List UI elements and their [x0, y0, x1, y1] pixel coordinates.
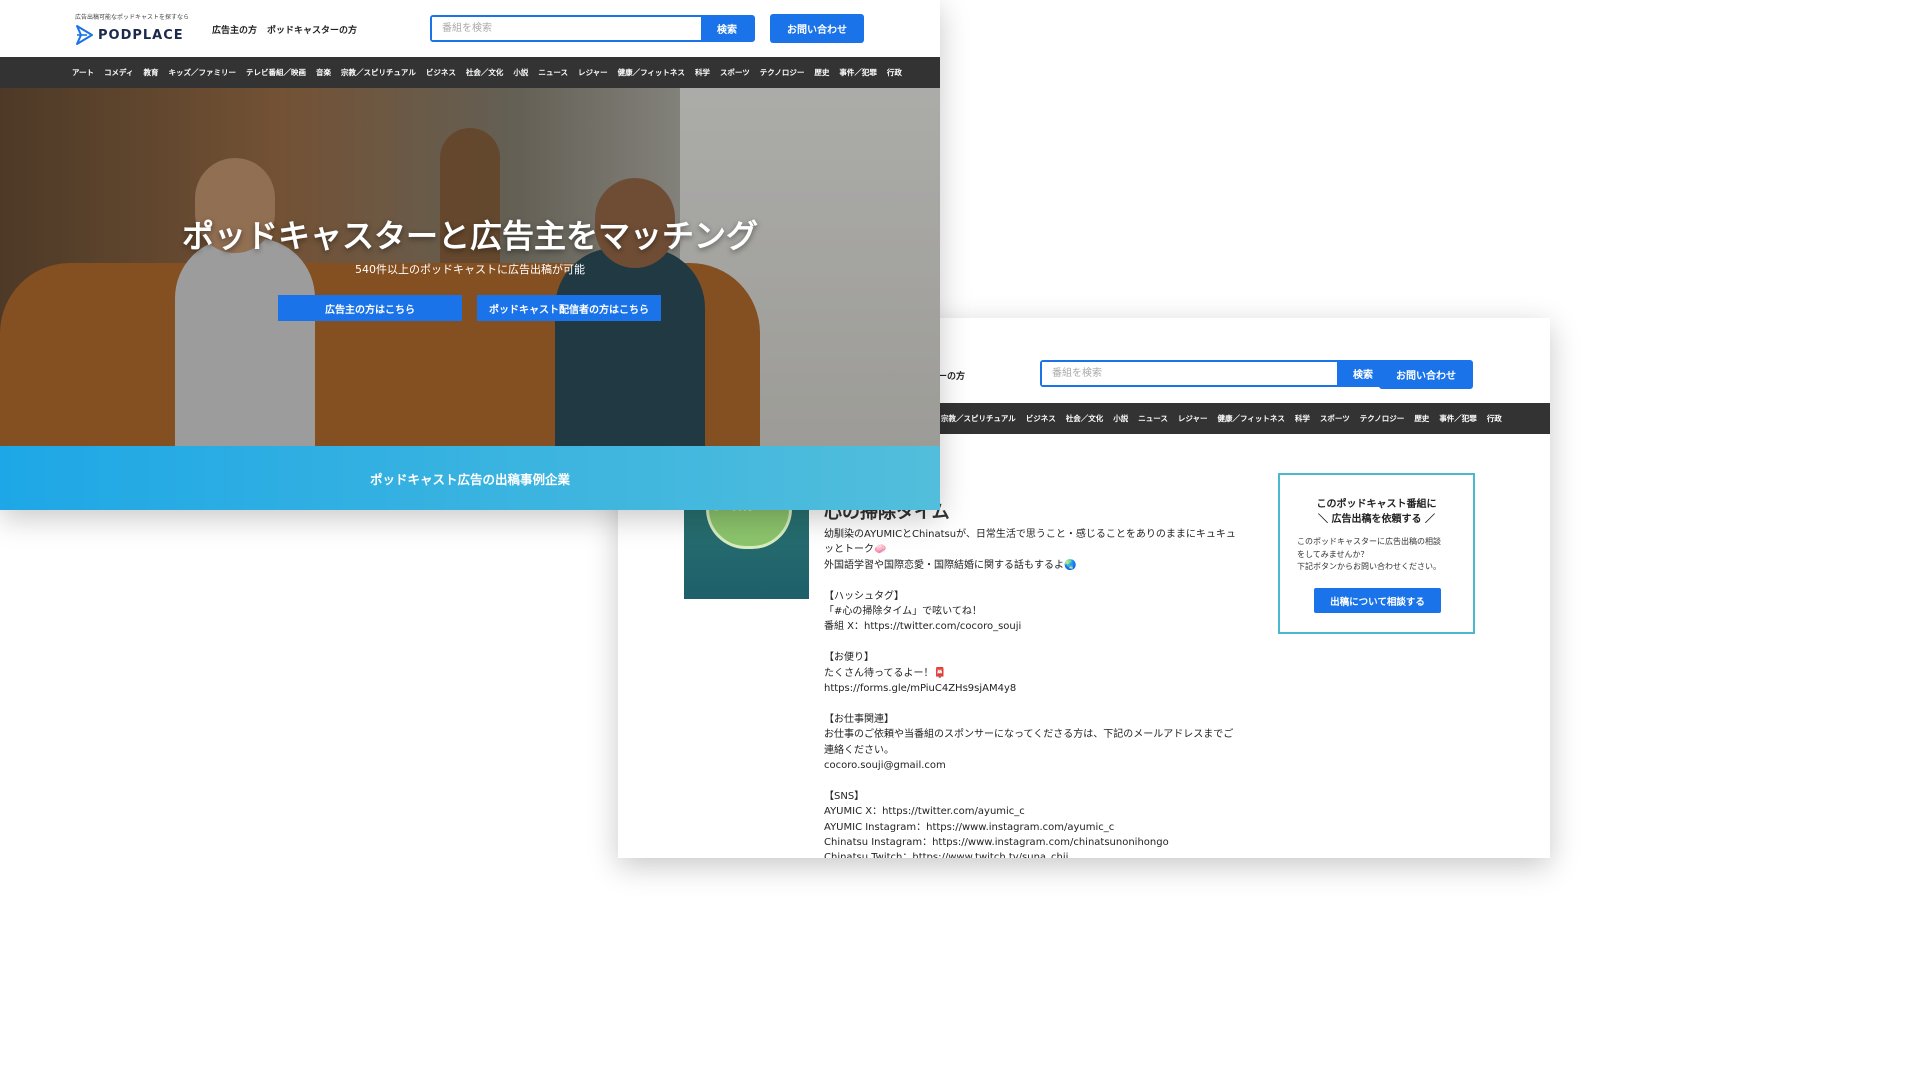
category-link[interactable]: スポーツ	[720, 67, 750, 78]
category-link[interactable]: ビジネス	[1026, 413, 1056, 424]
category-link[interactable]: 行政	[1487, 413, 1502, 424]
category-link[interactable]: レジャー	[1178, 413, 1208, 424]
description-line: 連絡ください。	[824, 744, 894, 756]
search-bar: 検索	[1040, 360, 1391, 387]
category-link[interactable]: 社会／文化	[466, 67, 504, 78]
case-studies-heading: ポッドキャスト広告の出稿事例企業	[0, 446, 940, 510]
category-link[interactable]: キッズ／ファミリー	[169, 67, 237, 78]
category-link[interactable]: 宗教／スピリチュアル	[941, 413, 1016, 424]
brand-tagline: 広告出稿可能なポッドキャストを探すなら	[75, 14, 190, 21]
category-link[interactable]: 健康／フィットネス	[618, 67, 685, 78]
podcasters-cta-button[interactable]: ポッドキャスト配信者の方はこちら	[477, 295, 661, 321]
description-line: 幼馴染のAYUMICとChinatsuが、日常生活で思うこと・感じることをありの…	[824, 529, 1236, 540]
description-line: お仕事のご依頼や当番組のスポンサーになってくださる方は、下記のメールアドレスまで…	[824, 729, 1234, 741]
description-line: ッとトーク🧼	[824, 544, 887, 556]
category-link[interactable]: 社会／文化	[1066, 413, 1104, 424]
description-line	[824, 696, 1244, 711]
category-link[interactable]: テレビ番組／映画	[246, 67, 306, 78]
description-line: 【お便り】	[824, 652, 874, 664]
description-line: cocoro.souji@gmail.com	[824, 760, 946, 772]
search-input[interactable]	[432, 17, 701, 40]
ad-request-title-line1: このポッドキャスト番組に	[1316, 499, 1437, 510]
description-line: https://forms.gle/mPiuC4ZHs9sjAM4y8	[824, 683, 1017, 695]
category-nav: アート コメディ 教育 キッズ／ファミリー テレビ番組／映画 音楽 宗教／スピリチュアル ビジ…	[0, 57, 940, 88]
category-link[interactable]: 事件／犯罪	[839, 67, 877, 78]
category-link[interactable]: 歴史	[814, 67, 829, 78]
contact-button[interactable]: お問い合わせ	[1379, 360, 1473, 389]
ad-request-text-line: このポッドキャスターに広告出稿の相談	[1297, 537, 1441, 546]
search-button[interactable]: 検索	[701, 17, 753, 40]
contact-button[interactable]: お問い合わせ	[770, 14, 864, 43]
category-link[interactable]: 歴史	[1414, 413, 1429, 424]
description-line: Chinatsu Instagram：https://www.instagram…	[824, 837, 1169, 849]
podplace-logo-icon	[76, 25, 93, 45]
description-line: たくさん待ってるよー！📮	[824, 667, 946, 679]
category-link[interactable]: スポーツ	[1320, 413, 1350, 424]
nav-advertisers-link[interactable]: 広告主の方	[212, 23, 257, 36]
category-link[interactable]: アート	[72, 67, 94, 78]
main-nav: 広告主の方 ポッドキャスターの方	[212, 23, 357, 36]
hero-title: ポッドキャスターと広告主をマッチング	[181, 217, 758, 255]
description-line	[824, 773, 1244, 788]
ad-request-title-line2: ＼ 広告出稿を依頼する ／	[1318, 514, 1435, 525]
category-link[interactable]: 科学	[1295, 413, 1310, 424]
category-link[interactable]: 小説	[1113, 413, 1128, 424]
advertisers-cta-button[interactable]: 広告主の方はこちら	[278, 295, 462, 321]
podcast-description: 幼馴染のAYUMICとChinatsuが、日常生活で思うこと・感じることをありの…	[824, 527, 1244, 858]
category-link[interactable]: ニュース	[1138, 413, 1168, 424]
search-bar: 検索	[430, 15, 755, 42]
hero-subtitle: 540件以上のポッドキャストに広告出稿が可能	[355, 263, 585, 276]
description-line: 【SNS】	[824, 790, 865, 802]
category-link[interactable]: コメディ	[104, 67, 133, 78]
category-link[interactable]: ビジネス	[426, 67, 456, 78]
category-link[interactable]: 教育	[144, 67, 159, 78]
description-line: 「#心の掃除タイム」で呟いてね！	[824, 606, 982, 618]
nav-podcasters-link[interactable]: ーの方	[938, 369, 965, 382]
category-link[interactable]: ニュース	[538, 67, 568, 78]
category-link[interactable]: 行政	[887, 67, 902, 78]
consult-ad-button[interactable]: 出稿について相談する	[1314, 588, 1441, 613]
category-link[interactable]: テクノロジー	[1360, 413, 1405, 424]
hero-section: ポッドキャスターと広告主をマッチング 540件以上のポッドキャストに広告出稿が可…	[0, 88, 940, 446]
category-link[interactable]: 小説	[513, 67, 528, 78]
description-line: AYUMIC Instagram：https://www.instagram.c…	[824, 821, 1115, 833]
ad-request-text-line: 下記ボタンからお問い合わせください。	[1297, 562, 1441, 571]
description-line: 外国語学習や国際恋愛・国際結婚に関する話もするよ🌏	[824, 559, 1077, 571]
description-line: Chinatsu Twitch：https://www.twitch.tv/su…	[824, 852, 1069, 858]
description-line: 【お仕事関連】	[824, 713, 894, 725]
category-link[interactable]: 音楽	[316, 67, 331, 78]
search-input[interactable]	[1042, 362, 1337, 385]
nav-podcasters-link[interactable]: ポッドキャスターの方	[267, 23, 357, 36]
logo-text: PODPLACE	[98, 27, 184, 43]
ad-request-title: このポッドキャスト番組に ＼ 広告出稿を依頼する ／	[1280, 497, 1473, 527]
homepage-window: 広告出稿可能なポッドキャストを探すなら PODPLACE 広告主の方 ポッドキャ…	[0, 0, 940, 510]
description-line	[824, 635, 1244, 650]
category-link[interactable]: レジャー	[578, 67, 608, 78]
category-link[interactable]: 健康／フィットネス	[1218, 413, 1285, 424]
description-line: 番組 X：https://twitter.com/cocoro_souji	[824, 621, 1022, 633]
logo[interactable]: PODPLACE	[75, 24, 184, 46]
description-line	[824, 573, 1244, 588]
ad-request-text-line: をしてみませんか？	[1297, 549, 1369, 559]
description-line: AYUMIC X：https://twitter.com/ayumic_c	[824, 806, 1025, 818]
description-line: 【ハッシュタグ】	[824, 590, 904, 602]
category-link[interactable]: 事件／犯罪	[1439, 413, 1477, 424]
ad-request-box: このポッドキャスト番組に ＼ 広告出稿を依頼する ／ このポッドキャスターに広告…	[1278, 473, 1475, 634]
ad-request-text: このポッドキャスターに広告出稿の相談 をしてみませんか？ 下記ボタンからお問い合…	[1297, 536, 1463, 574]
category-link[interactable]: 科学	[695, 67, 710, 78]
category-link[interactable]: 宗教／スピリチュアル	[341, 67, 416, 78]
category-link[interactable]: テクノロジー	[760, 67, 805, 78]
